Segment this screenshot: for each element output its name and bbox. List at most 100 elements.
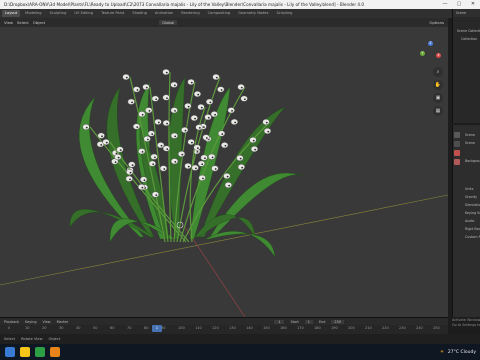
flower-bell (116, 146, 124, 153)
flower-bell (122, 73, 130, 81)
tab-sculpting[interactable]: Sculpting (47, 10, 70, 17)
keying-menu[interactable]: Keying (25, 320, 36, 324)
pan-icon[interactable]: ✋ (433, 80, 443, 90)
windows-start-icon[interactable] (5, 347, 15, 357)
gizmo-z[interactable]: Z (428, 41, 433, 46)
view-menu[interactable]: View (4, 20, 13, 25)
flower-bell (138, 148, 146, 155)
status-bar: Select Rotate View Object (0, 334, 480, 344)
flower-spot (209, 101, 212, 104)
timeline-header: Playback Keying View Marker 1 Start 1 En… (0, 318, 448, 325)
flower-bell (220, 142, 229, 149)
tab-animation[interactable]: Animation (152, 10, 176, 17)
current-frame-field[interactable]: 1 (274, 319, 285, 324)
flower-spot (191, 141, 193, 144)
blender-icon[interactable] (50, 347, 60, 357)
flower-spot (187, 105, 190, 108)
transform-orientation[interactable]: Global (159, 20, 178, 25)
flower-spot (165, 71, 168, 74)
flower-bell (154, 118, 162, 125)
flower-bell (262, 118, 270, 126)
flower-spot (221, 133, 224, 135)
marker-menu[interactable]: Marker (57, 320, 69, 324)
playhead[interactable]: 1 (152, 325, 162, 332)
frame-tick: 100 (178, 326, 185, 330)
frame-tick: 220 (382, 326, 389, 330)
app-icon[interactable] (35, 347, 45, 357)
flower-bell (197, 103, 205, 111)
render-tab-icon[interactable] (454, 132, 460, 138)
flower-spot (239, 157, 242, 160)
flower-bell (184, 102, 192, 110)
tab-geometry-nodes[interactable]: Geometry Nodes (235, 10, 271, 17)
props-item-gravity[interactable]: Gravity (453, 193, 480, 201)
flower-spot (240, 86, 243, 89)
frame-tick: 110 (195, 326, 202, 330)
status-rotate: Rotate View (21, 337, 43, 341)
camera-icon[interactable]: ▣ (433, 93, 443, 103)
status-select: Select (4, 337, 16, 341)
flower-spot (254, 148, 257, 151)
tab-scripting[interactable]: Scripting (273, 10, 295, 17)
grid-icon[interactable]: ▦ (433, 106, 443, 116)
tab-texture-paint[interactable]: Texture Paint (98, 10, 127, 17)
frame-tick: 60 (110, 326, 115, 330)
props-item-simulation[interactable]: Simulation (453, 201, 480, 209)
flower-bell (205, 98, 214, 105)
flower-spot (204, 157, 206, 160)
props-item-custom[interactable]: Custom Properties (453, 233, 480, 241)
3d-viewport[interactable]: Z X Y ⌕ ✋ ▣ ▦ (0, 27, 448, 317)
minimize-button[interactable]: — (438, 0, 452, 9)
flower-spot (214, 113, 217, 116)
flower-spot (181, 153, 184, 156)
playback-menu[interactable]: Playback (4, 320, 19, 324)
tab-uv-editing[interactable]: UV Editing (71, 10, 96, 17)
flower-bell (132, 123, 141, 130)
outliner-root[interactable]: Scene Collection (453, 27, 480, 35)
object-menu[interactable]: Object (33, 20, 45, 25)
flower-bell (159, 165, 168, 172)
flower-spot (196, 150, 199, 153)
end-field[interactable]: 250 (331, 319, 344, 324)
flower-spot (184, 129, 187, 132)
close-button[interactable]: ✕ (466, 0, 480, 9)
tab-layout[interactable]: Layout (2, 10, 21, 17)
flower-spot (105, 141, 108, 144)
props-item-units[interactable]: Units (453, 185, 480, 193)
gizmo-y[interactable]: Y (420, 51, 425, 56)
flower-spot (125, 76, 128, 79)
outliner-panel: Scene Scene Collection Collection (452, 9, 480, 123)
weather-text[interactable]: 27°C Cloudy (448, 350, 476, 355)
gizmo-x[interactable]: X (436, 53, 441, 58)
flower-bell (151, 95, 160, 102)
props-item-rigid[interactable]: Rigid Body World (453, 225, 480, 233)
options-menu[interactable]: Options (429, 20, 444, 25)
tab-shading[interactable]: Shading (129, 10, 150, 17)
tab-compositing[interactable]: Compositing (205, 10, 234, 17)
scene-tab-icon[interactable] (454, 150, 460, 156)
flower-bell (208, 153, 216, 160)
start-field[interactable]: 1 (304, 319, 313, 324)
file-explorer-icon[interactable] (20, 347, 30, 357)
flower-spot (85, 126, 88, 129)
tab-rendering[interactable]: Rendering (178, 10, 202, 17)
flower-bell (200, 154, 208, 161)
select-menu[interactable]: Select (17, 20, 29, 25)
props-item-keying[interactable]: Keying Sets (453, 209, 480, 217)
props-item-audio[interactable]: Audio (453, 217, 480, 225)
frame-ruler[interactable]: 0 10 20 30 40 50 60 70 80 90 100 110 120 130 140 150 160… (0, 325, 448, 334)
tab-modeling[interactable]: Modeling (22, 10, 44, 17)
flower-bell (197, 160, 206, 167)
maximize-button[interactable]: ▢ (452, 0, 466, 9)
zoom-icon[interactable]: ⌕ (433, 67, 443, 77)
world-tab-icon[interactable] (454, 159, 460, 165)
flower-spot (195, 167, 197, 170)
output-tab-icon[interactable] (454, 141, 460, 147)
timeline-view-menu[interactable]: View (43, 320, 51, 324)
flower-bell (237, 83, 245, 91)
flower-bell (211, 165, 219, 172)
outliner-collection[interactable]: Collection (453, 35, 480, 43)
flower-spot (147, 138, 149, 141)
flower-bell (191, 164, 199, 171)
flower-spot (173, 84, 176, 87)
